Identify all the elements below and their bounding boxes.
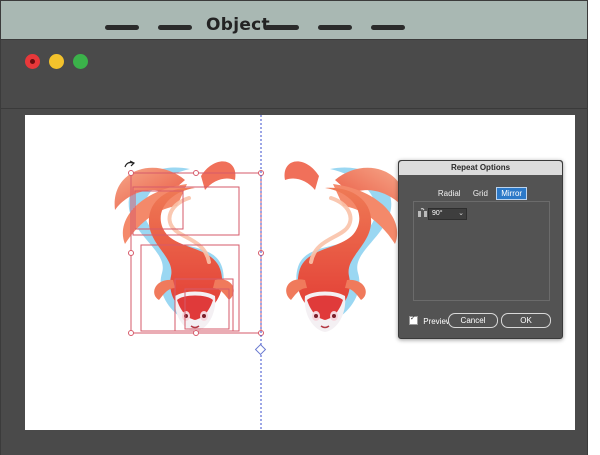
minimize-window-button[interactable] (49, 54, 64, 69)
angle-value: 90° (432, 210, 443, 217)
control-bar (1, 80, 587, 109)
maximize-window-button[interactable] (73, 54, 88, 69)
menu-object[interactable]: Object (206, 15, 270, 35)
menu-placeholder[interactable] (158, 25, 192, 30)
preview-option[interactable]: Preview (409, 314, 452, 326)
menu-placeholder[interactable] (371, 25, 405, 30)
dialog-title: Repeat Options (399, 161, 562, 175)
menu-placeholder[interactable] (318, 25, 352, 30)
menu-bar: Object (0, 0, 588, 40)
preview-checkbox[interactable] (409, 314, 418, 325)
title-bar (1, 40, 587, 81)
mirror-angle-field[interactable]: 90° ⌄ (428, 208, 467, 220)
menu-placeholder[interactable] (265, 25, 299, 30)
cancel-button[interactable]: Cancel (448, 313, 498, 328)
tab-mirror[interactable]: Mirror (496, 187, 528, 200)
axis-handle[interactable] (254, 343, 267, 356)
ok-button[interactable]: OK (501, 313, 551, 328)
tab-radial[interactable]: Radial (434, 188, 465, 199)
repeat-type-tabs: Radial Grid Mirror (399, 187, 562, 200)
repeat-options-dialog: Repeat Options Radial Grid Mirror 90° ⌄ … (398, 160, 563, 339)
mirror-angle-icon (418, 208, 427, 217)
tab-grid[interactable]: Grid (469, 188, 492, 199)
menu-placeholder[interactable] (105, 25, 139, 30)
chevron-down-icon[interactable]: ⌄ (458, 209, 464, 219)
mirror-options-pane: 90° ⌄ (413, 201, 550, 301)
close-window-button[interactable] (25, 54, 40, 69)
